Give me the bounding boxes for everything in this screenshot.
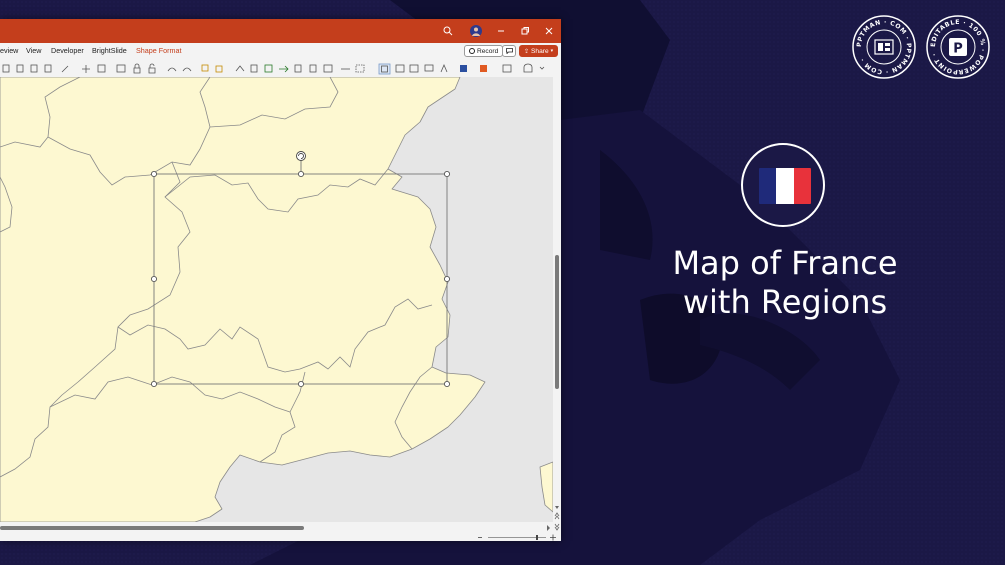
- ungroup-icon[interactable]: [215, 65, 223, 73]
- fill-color-icon[interactable]: [460, 65, 467, 72]
- send-backward-icon[interactable]: [250, 64, 258, 73]
- shape-fill-icon[interactable]: [480, 65, 487, 72]
- flag-white-stripe: [776, 168, 794, 204]
- curve-icon[interactable]: [167, 67, 177, 72]
- tab-brightslide[interactable]: BrightSlide: [92, 46, 127, 55]
- crop-icon[interactable]: [355, 64, 365, 73]
- tab-shape-format[interactable]: Shape Format: [136, 46, 182, 55]
- lock-icon[interactable]: [133, 63, 141, 74]
- resize-handle[interactable]: [150, 380, 158, 388]
- tab-view[interactable]: View: [26, 46, 41, 55]
- status-bar: [0, 534, 561, 541]
- ribbon-toolbar: [0, 61, 561, 78]
- horizontal-scroll-thumb[interactable]: [0, 526, 304, 530]
- unlock-icon[interactable]: [148, 63, 156, 74]
- resize-handle[interactable]: [297, 380, 305, 388]
- chart-icon[interactable]: [424, 64, 434, 72]
- close-icon[interactable]: [537, 19, 561, 43]
- record-button[interactable]: Record: [464, 45, 504, 57]
- flip-icon[interactable]: [279, 65, 289, 73]
- svg-text:P: P: [953, 42, 963, 57]
- share-label: Share: [531, 47, 549, 55]
- height-icon[interactable]: [309, 64, 317, 73]
- lasso-icon[interactable]: [523, 63, 533, 73]
- france-flag-icon: [759, 168, 811, 204]
- line-icon[interactable]: [61, 65, 69, 73]
- arc-icon[interactable]: [182, 67, 192, 72]
- ribbon-expand-icon[interactable]: [539, 66, 545, 70]
- font-color-icon[interactable]: [440, 63, 448, 73]
- hero-title-line-2: with Regions: [682, 283, 888, 321]
- flag-blue-stripe: [759, 168, 777, 204]
- text-box-icon[interactable]: [44, 64, 52, 73]
- editable-badge: EDITABLE · 100 % · POWERPOINT · P: [926, 15, 990, 79]
- badge-ring-text: PPTMAN · COM · PPTMAN · COM ·: [856, 19, 912, 75]
- vertical-scrollbar[interactable]: [553, 77, 561, 534]
- zoom-slider[interactable]: [478, 534, 558, 541]
- tab-developer[interactable]: Developer: [51, 46, 84, 55]
- layout-icon-selected[interactable]: [378, 63, 391, 75]
- pptman-logo-icon: [874, 39, 894, 55]
- align-icon[interactable]: [97, 64, 106, 73]
- comment-icon[interactable]: [502, 45, 516, 57]
- distribute-icon[interactable]: [294, 64, 302, 73]
- resize-handle[interactable]: [297, 170, 305, 178]
- vertical-scroll-thumb[interactable]: [555, 255, 559, 389]
- horizontal-scrollbar[interactable]: [0, 522, 553, 534]
- resize-handle[interactable]: [443, 380, 451, 388]
- image-icon[interactable]: [323, 64, 333, 73]
- rotate-handle-icon[interactable]: [296, 151, 306, 161]
- slide-canvas[interactable]: [0, 77, 553, 522]
- search-icon[interactable]: [436, 19, 460, 43]
- flag-red-stripe: [793, 168, 811, 204]
- flag-circle: [741, 143, 825, 227]
- bring-forward-icon[interactable]: [235, 65, 245, 72]
- map-mainland-shape[interactable]: [0, 77, 486, 522]
- shape-outline-icon[interactable]: [2, 64, 10, 73]
- share-icon: ⇪: [524, 48, 530, 55]
- profile-avatar[interactable]: [464, 19, 488, 43]
- map-corsica-shape[interactable]: [539, 461, 553, 513]
- share-button[interactable]: ⇪ Share ▾: [519, 45, 559, 57]
- crosshair-icon[interactable]: [82, 65, 90, 73]
- resize-handle[interactable]: [443, 275, 451, 283]
- record-label: Record: [477, 47, 499, 55]
- resize-handle[interactable]: [150, 170, 158, 178]
- rotate-icon[interactable]: [264, 64, 273, 73]
- hero-title-line-1: Map of France: [672, 244, 898, 282]
- ribbon-tabs: eview View Developer BrightSlide Shape F…: [0, 43, 561, 61]
- resize-handle[interactable]: [443, 170, 451, 178]
- france-map: [0, 77, 553, 522]
- minimize-icon[interactable]: [489, 19, 513, 43]
- pptman-badge: PPTMAN · COM · PPTMAN · COM ·: [852, 15, 916, 79]
- hero-title: Map of France with Regions: [640, 244, 930, 322]
- table-icon[interactable]: [395, 64, 405, 73]
- selection-pane-icon[interactable]: [116, 64, 126, 73]
- powerpoint-p-icon: P: [949, 38, 967, 57]
- restore-icon[interactable]: [513, 19, 537, 43]
- group-icon[interactable]: [201, 64, 209, 72]
- arrange-icon[interactable]: [502, 64, 512, 73]
- resize-handle[interactable]: [150, 275, 158, 283]
- tab-review[interactable]: eview: [0, 46, 18, 55]
- title-bar: [0, 19, 561, 43]
- shape-merge-icon[interactable]: [30, 64, 38, 73]
- shape-edit-icon[interactable]: [16, 64, 24, 73]
- chevron-down-icon: ▾: [550, 48, 554, 54]
- record-icon: [469, 48, 475, 54]
- grid-icon[interactable]: [409, 64, 419, 73]
- scroll-right-icon[interactable]: [545, 522, 553, 534]
- scroll-arrows-icon[interactable]: [553, 497, 561, 537]
- powerpoint-window: eview View Developer BrightSlide Shape F…: [0, 19, 561, 541]
- svg-text:PPTMAN · COM · PPTMAN · COM ·: PPTMAN · COM · PPTMAN · COM ·: [856, 19, 912, 75]
